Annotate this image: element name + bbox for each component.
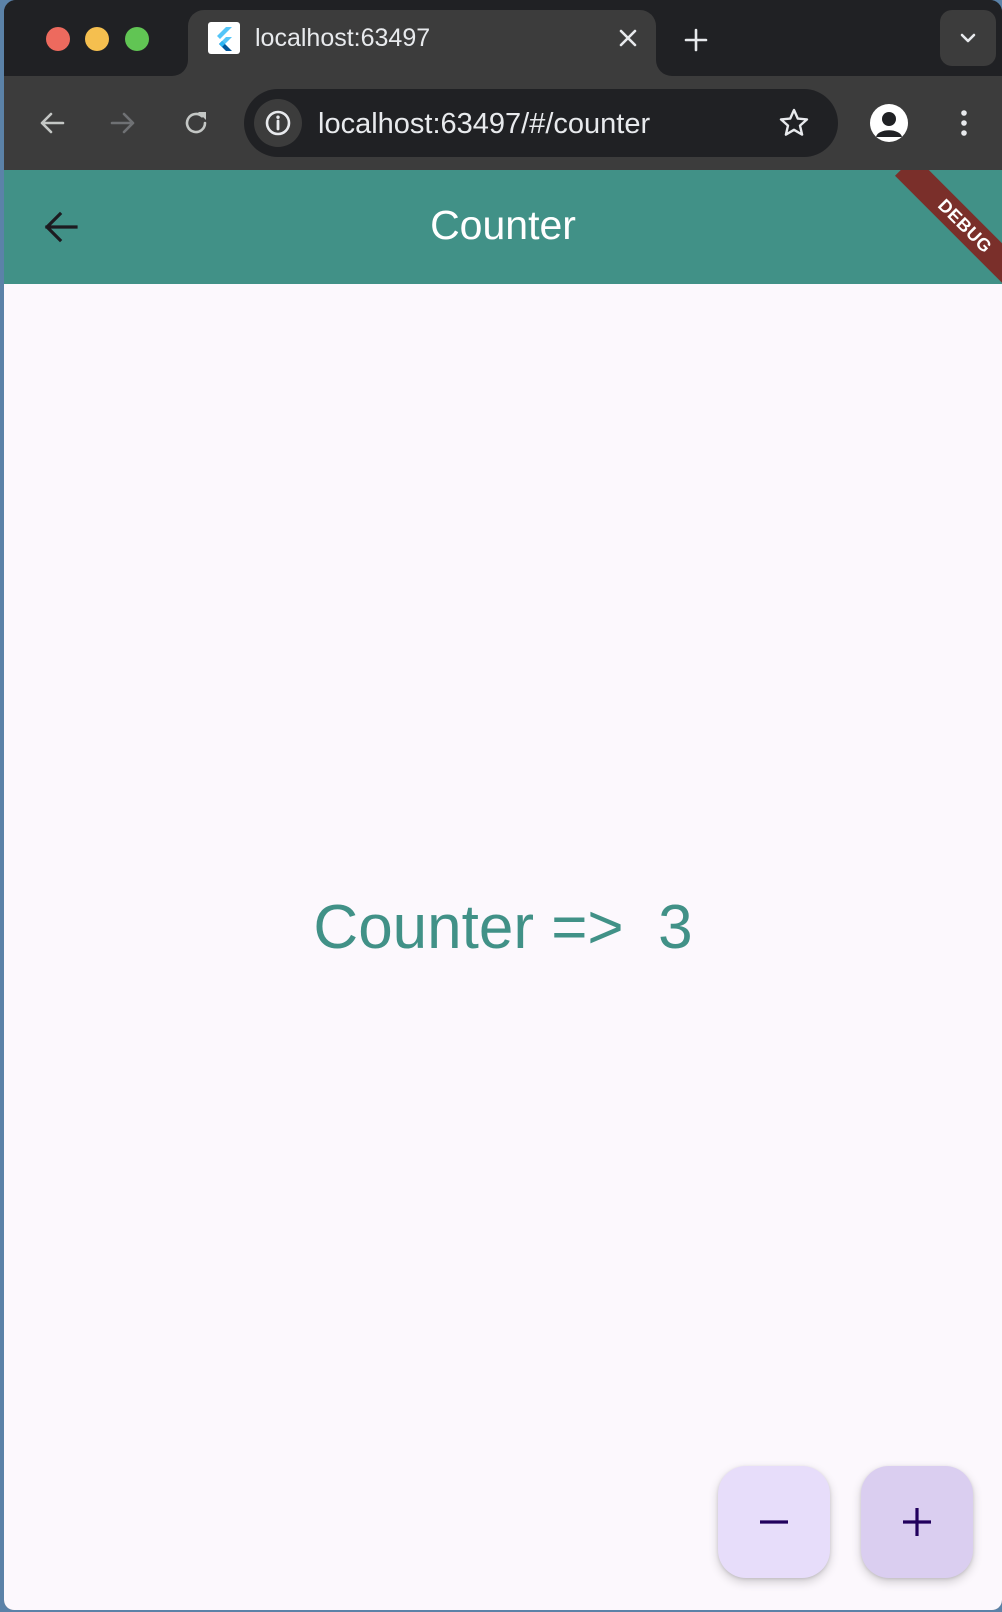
close-icon[interactable] bbox=[610, 20, 646, 56]
minus-icon bbox=[760, 1520, 788, 1524]
reload-icon bbox=[185, 112, 207, 134]
arrow-left-icon bbox=[40, 112, 65, 134]
plus-icon bbox=[903, 1508, 931, 1536]
star-icon bbox=[779, 108, 809, 136]
info-icon bbox=[265, 110, 291, 136]
reload-button[interactable] bbox=[174, 101, 218, 145]
app-viewport: Counter DEBUG Counter => 3 bbox=[4, 170, 1002, 1610]
counter-display: Counter => 3 bbox=[313, 893, 693, 962]
minimize-window-button[interactable] bbox=[85, 27, 109, 51]
bookmark-button[interactable] bbox=[772, 101, 816, 145]
browser-toolbar: localhost:63497/#/counter bbox=[4, 76, 1002, 170]
arrow-right-icon bbox=[110, 112, 135, 134]
back-button[interactable] bbox=[30, 101, 74, 145]
close-window-button[interactable] bbox=[46, 27, 70, 51]
tab-strip: localhost:63497 bbox=[4, 0, 1002, 76]
profile-button[interactable] bbox=[870, 104, 908, 142]
page-title: Counter bbox=[430, 202, 576, 248]
site-info-button[interactable] bbox=[254, 99, 302, 147]
forward-button[interactable] bbox=[101, 101, 145, 145]
app-bar: Counter bbox=[4, 170, 1002, 284]
browser-window: localhost:63497 localhost:63497/#/counte… bbox=[4, 0, 1002, 1610]
more-vert-icon bbox=[961, 110, 967, 136]
profile-icon bbox=[876, 112, 902, 137]
tab-search-button[interactable] bbox=[940, 10, 996, 66]
new-tab-button[interactable] bbox=[676, 20, 716, 60]
plus-icon bbox=[684, 28, 708, 52]
tab-title: localhost:63497 bbox=[255, 24, 431, 52]
url-text[interactable]: localhost:63497/#/counter bbox=[318, 108, 650, 140]
increment-button[interactable] bbox=[861, 1466, 973, 1578]
chevron-down-icon bbox=[960, 33, 976, 43]
browser-menu-button[interactable] bbox=[942, 101, 986, 145]
address-bar[interactable]: localhost:63497/#/counter bbox=[244, 89, 838, 157]
maximize-window-button[interactable] bbox=[125, 27, 149, 51]
browser-tab[interactable]: localhost:63497 bbox=[188, 10, 656, 76]
flutter-icon bbox=[208, 22, 240, 54]
decrement-button[interactable] bbox=[718, 1466, 830, 1578]
